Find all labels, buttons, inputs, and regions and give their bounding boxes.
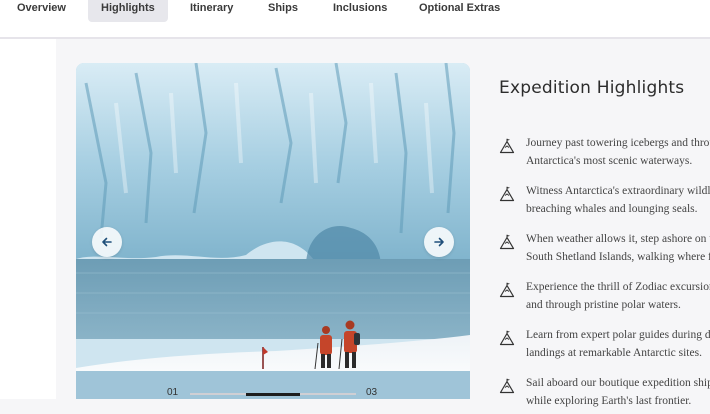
highlight-item: Witness Antarctica's extraordinary wildl… bbox=[499, 182, 710, 222]
highlight-text: When weather allows it, step ashore on t… bbox=[526, 230, 710, 266]
highlight-line: landings at remarkable Antarctic sites. bbox=[526, 347, 702, 359]
section-tab-bar: Overview Highlights Itinerary Ships Incl… bbox=[0, 0, 710, 39]
carousel-pager: 01 03 bbox=[160, 386, 390, 399]
highlight-text: Experience the thrill of Zodiac excursio… bbox=[526, 278, 710, 314]
highlight-line: Witness Antarctica's extraordinary wildl… bbox=[526, 185, 710, 197]
glacier-photo bbox=[76, 63, 470, 371]
highlight-item: When weather allows it, step ashore on t… bbox=[499, 230, 710, 270]
highlight-line: while exploring Earth's last frontier. bbox=[526, 395, 692, 407]
tab-highlights[interactable]: Highlights bbox=[88, 0, 168, 22]
tab-itinerary[interactable]: Itinerary bbox=[177, 0, 246, 22]
highlight-line: Learn from expert polar guides during da… bbox=[526, 329, 710, 341]
mountain-flag-icon bbox=[499, 138, 515, 154]
highlight-line: and through pristine polar waters. bbox=[526, 299, 681, 311]
highlight-line: Journey past towering icebergs and throu… bbox=[526, 137, 710, 149]
highlight-text: Learn from expert polar guides during da… bbox=[526, 326, 710, 362]
highlight-line: Experience the thrill of Zodiac excursio… bbox=[526, 281, 710, 293]
mountain-flag-icon bbox=[499, 234, 515, 250]
pager-current: 01 bbox=[167, 387, 179, 398]
pager-progress-fill bbox=[245, 393, 301, 396]
highlight-line: South Shetland Islands, walking where fe… bbox=[526, 251, 710, 263]
arrow-right-icon bbox=[434, 237, 444, 247]
tab-overview[interactable]: Overview bbox=[4, 0, 79, 22]
highlight-text: Sail aboard our boutique expedition ship… bbox=[526, 374, 710, 410]
mountain-flag-icon bbox=[499, 282, 515, 298]
highlight-line: When weather allows it, step ashore on t… bbox=[526, 233, 710, 245]
tab-optional-extras[interactable]: Optional Extras bbox=[406, 0, 513, 22]
pager-progress-track[interactable] bbox=[190, 393, 356, 396]
highlight-item: Sail aboard our boutique expedition ship… bbox=[499, 374, 710, 414]
highlight-item: Learn from expert polar guides during da… bbox=[499, 326, 710, 366]
highlight-text: Journey past towering icebergs and throu… bbox=[526, 134, 710, 170]
mountain-flag-icon bbox=[499, 330, 515, 346]
highlight-item: Journey past towering icebergs and throu… bbox=[499, 134, 710, 174]
mountain-flag-icon bbox=[499, 186, 515, 202]
left-column bbox=[0, 39, 56, 399]
pager-total: 03 bbox=[366, 387, 378, 398]
highlight-line: Sail aboard our boutique expedition ship… bbox=[526, 377, 710, 389]
arrow-left-icon bbox=[102, 237, 112, 247]
carousel-prev-button[interactable] bbox=[92, 227, 122, 257]
tab-ships[interactable]: Ships bbox=[255, 0, 311, 22]
carousel-next-button[interactable] bbox=[424, 227, 454, 257]
highlight-item: Experience the thrill of Zodiac excursio… bbox=[499, 278, 710, 318]
highlight-line: Antarctica's most scenic waterways. bbox=[526, 155, 693, 167]
highlight-text: Witness Antarctica's extraordinary wildl… bbox=[526, 182, 710, 218]
image-carousel[interactable] bbox=[76, 63, 470, 399]
tab-inclusions[interactable]: Inclusions bbox=[320, 0, 400, 22]
mountain-flag-icon bbox=[499, 378, 515, 394]
highlight-line: breaching whales and lounging seals. bbox=[526, 203, 698, 215]
highlights-title: Expedition Highlights bbox=[499, 78, 685, 98]
